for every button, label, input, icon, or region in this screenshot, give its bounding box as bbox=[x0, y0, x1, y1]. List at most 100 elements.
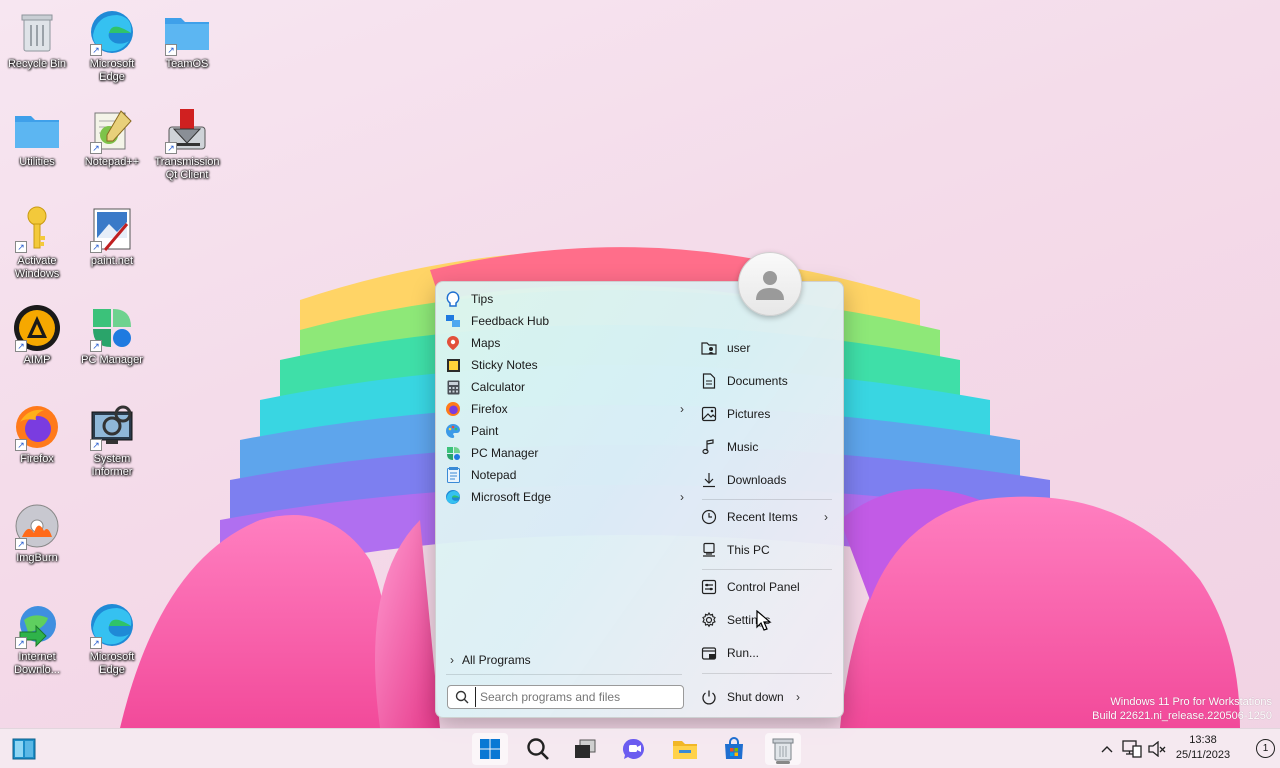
document-icon bbox=[700, 372, 718, 390]
task-view-icon bbox=[575, 739, 596, 758]
music-note-icon bbox=[700, 438, 718, 456]
widgets-icon bbox=[12, 738, 36, 760]
network-button[interactable] bbox=[1122, 739, 1142, 759]
chevron-right-icon[interactable]: › bbox=[680, 490, 684, 504]
right-item-pictures[interactable]: Pictures bbox=[700, 401, 836, 427]
file-explorer-button[interactable] bbox=[667, 733, 703, 765]
search-button[interactable] bbox=[520, 733, 556, 765]
program-label: Notepad bbox=[471, 468, 517, 482]
desktop-icon-utilities[interactable]: Utilities bbox=[1, 106, 73, 169]
system-informer-icon: ↗ bbox=[88, 403, 136, 451]
desktop-icon-transmission[interactable]: ↗ Transmission Qt Client bbox=[151, 106, 223, 182]
program-sticky-notes[interactable]: Sticky Notes bbox=[440, 354, 690, 376]
desktop-icon-microsoft-edge-2[interactable]: ↗ Microsoft Edge bbox=[76, 601, 148, 677]
desktop-icon-firefox[interactable]: ↗ Firefox bbox=[1, 403, 73, 466]
program-pc-manager[interactable]: PC Manager bbox=[440, 442, 690, 464]
shut-down-button[interactable]: Shut down › bbox=[700, 684, 836, 710]
right-item-user[interactable]: user bbox=[700, 335, 836, 361]
taskbar-clock[interactable]: 13:38 25/11/2023 bbox=[1170, 733, 1236, 763]
program-label: Feedback Hub bbox=[471, 314, 550, 328]
desktop-icon-internet-download-manager[interactable]: ↗ Internet Downlo... bbox=[1, 601, 73, 677]
task-view-button[interactable] bbox=[567, 733, 603, 765]
all-programs-button[interactable]: › All Programs bbox=[450, 652, 531, 668]
divider bbox=[702, 569, 832, 570]
chevron-right-icon: › bbox=[824, 510, 828, 524]
desktop-icon-imgburn[interactable]: ↗ ImgBurn bbox=[1, 502, 73, 565]
store-icon bbox=[725, 737, 743, 759]
program-microsoft-edge[interactable]: Microsoft Edge › bbox=[440, 486, 690, 508]
right-item-this-pc[interactable]: This PC bbox=[700, 537, 836, 563]
show-hidden-icons-button[interactable] bbox=[1097, 739, 1117, 759]
running-app-button[interactable] bbox=[765, 733, 801, 765]
shortcut-arrow-icon: ↗ bbox=[15, 241, 27, 253]
start-menu-right-pane: user Documents Pictures Music Downloads … bbox=[698, 282, 838, 717]
watermark-line-2: Build 22621.ni_release.220506-1250 bbox=[1092, 710, 1272, 722]
program-paint[interactable]: Paint bbox=[440, 420, 690, 442]
program-firefox[interactable]: Firefox › bbox=[440, 398, 690, 420]
right-item-music[interactable]: Music bbox=[700, 434, 836, 460]
program-notepad[interactable]: Notepad bbox=[440, 464, 690, 486]
program-label: Paint bbox=[471, 424, 499, 438]
right-item-label: Control Panel bbox=[727, 580, 800, 594]
program-calculator[interactable]: Calculator bbox=[440, 376, 690, 398]
chevron-up-icon bbox=[1101, 746, 1113, 753]
start-menu: Tips Feedback Hub Maps Sticky Notes Calc… bbox=[435, 281, 844, 718]
right-item-downloads[interactable]: Downloads bbox=[700, 467, 836, 493]
desktop-icon-notepad-plus-plus[interactable]: ↗ Notepad++ bbox=[76, 106, 148, 169]
calculator-icon bbox=[445, 379, 461, 395]
program-tips[interactable]: Tips bbox=[440, 288, 690, 310]
right-item-control-panel[interactable]: Control Panel bbox=[700, 574, 836, 600]
notification-center-button[interactable]: 1 bbox=[1256, 739, 1275, 758]
desktop-icon-paint-net[interactable]: ↗ paint.net bbox=[76, 205, 148, 268]
shortcut-arrow-icon: ↗ bbox=[165, 142, 177, 154]
chevron-right-icon[interactable]: › bbox=[680, 402, 684, 416]
program-label: PC Manager bbox=[471, 446, 539, 460]
program-label: Tips bbox=[471, 292, 494, 306]
volume-button[interactable] bbox=[1147, 739, 1167, 759]
shortcut-arrow-icon: ↗ bbox=[15, 538, 27, 550]
program-label: Microsoft Edge bbox=[471, 490, 552, 504]
desktop-icon-pc-manager[interactable]: ↗ PC Manager bbox=[76, 304, 148, 367]
chat-button[interactable] bbox=[616, 733, 652, 765]
taskbar: 13:38 25/11/2023 1 bbox=[0, 728, 1280, 768]
program-feedback-hub[interactable]: Feedback Hub bbox=[440, 310, 690, 332]
shortcut-arrow-icon: ↗ bbox=[15, 340, 27, 352]
desktop-icon-microsoft-edge[interactable]: ↗ Microsoft Edge bbox=[76, 8, 148, 84]
folder-icon: ↗ bbox=[163, 8, 211, 56]
user-avatar[interactable] bbox=[738, 252, 802, 316]
desktop-icon-activate-windows[interactable]: ↗ Activate Windows bbox=[1, 205, 73, 281]
microsoft-store-button[interactable] bbox=[716, 733, 752, 765]
edge-icon bbox=[445, 489, 461, 505]
search-box[interactable] bbox=[447, 685, 684, 709]
speaker-muted-icon bbox=[1148, 741, 1166, 757]
search-input[interactable] bbox=[475, 687, 683, 707]
chevron-right-icon[interactable]: › bbox=[796, 690, 800, 704]
clock-date: 25/11/2023 bbox=[1175, 749, 1231, 761]
right-item-documents[interactable]: Documents bbox=[700, 368, 836, 394]
start-button[interactable] bbox=[472, 733, 508, 765]
folder-icon bbox=[673, 741, 697, 759]
desktop-icon-teamos[interactable]: ↗ TeamOS bbox=[151, 8, 223, 71]
running-indicator bbox=[776, 761, 790, 764]
globe-download-icon: ↗ bbox=[13, 601, 61, 649]
desktop-icon-label: PC Manager bbox=[81, 354, 143, 366]
shortcut-arrow-icon: ↗ bbox=[90, 142, 102, 154]
show-widgets-button[interactable] bbox=[6, 733, 42, 765]
right-item-recent-items[interactable]: Recent Items › bbox=[700, 504, 836, 530]
desktop-icon-label: Recycle Bin bbox=[7, 58, 67, 70]
desktop-icon-label: System Informer bbox=[91, 453, 133, 478]
edge-icon: ↗ bbox=[88, 8, 136, 56]
firefox-icon bbox=[445, 401, 461, 417]
right-item-run[interactable]: Run... bbox=[700, 640, 836, 666]
sticky-notes-icon bbox=[445, 357, 461, 373]
desktop-icon-label: ImgBurn bbox=[16, 552, 58, 564]
desktop-icon-aimp[interactable]: ↗ AIMP bbox=[1, 304, 73, 367]
desktop-icon-recycle-bin[interactable]: Recycle Bin bbox=[1, 8, 73, 71]
picture-icon bbox=[700, 405, 718, 423]
desktop-icon-system-informer[interactable]: ↗ System Informer bbox=[76, 403, 148, 479]
program-maps[interactable]: Maps bbox=[440, 332, 690, 354]
edge-icon: ↗ bbox=[88, 601, 136, 649]
download-icon bbox=[700, 471, 718, 489]
all-programs-label: All Programs bbox=[462, 653, 531, 667]
desktop-icon-label: Activate Windows bbox=[14, 255, 60, 280]
